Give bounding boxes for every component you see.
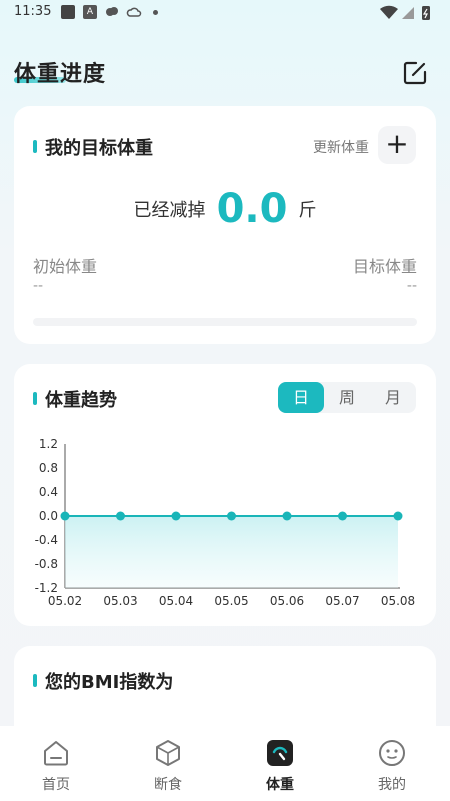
nav-label-mine: 我的 xyxy=(378,777,406,793)
y-tick-label: 0.4 xyxy=(39,485,58,499)
box-icon xyxy=(156,740,180,766)
x-tick-label: 05.03 xyxy=(103,594,137,608)
nav-label-weight: 体重 xyxy=(266,777,294,793)
edit-icon[interactable] xyxy=(401,59,429,87)
notification-app-icon xyxy=(61,5,75,19)
nav-item-mine[interactable]: 我的 xyxy=(336,726,448,801)
scale-icon xyxy=(267,740,293,766)
weight-lost-summary: 已经减掉 0.0 斤 xyxy=(14,186,436,232)
data-point xyxy=(282,511,292,521)
tab-month[interactable]: 月 xyxy=(370,382,416,413)
data-point xyxy=(171,511,181,521)
face-icon xyxy=(379,740,405,766)
weight-lost-value: 0.0 xyxy=(216,186,288,232)
weight-lost-prefix: 已经减掉 xyxy=(133,200,206,221)
goal-card-title: 我的目标体重 xyxy=(45,138,153,159)
y-tick-label: -1.2 xyxy=(35,581,58,595)
notification-dot-icon xyxy=(153,10,158,15)
weight-trend-chart: 1.2 0.8 0.4 0.0 -0.4 -0.8 -1.205.02 05.03 05.04 0… xyxy=(35,437,416,608)
tab-day[interactable]: 日 xyxy=(278,382,324,413)
nav-item-home[interactable]: 首页 xyxy=(0,726,112,801)
x-tick-label: 05.08 xyxy=(381,594,415,608)
x-tick-label: 05.06 xyxy=(270,594,304,608)
system-indicators-icon xyxy=(380,5,430,20)
y-tick-label: 1.2 xyxy=(39,437,58,451)
bottom-navigation: 首页 断食 体重 我的 xyxy=(0,726,450,801)
data-point xyxy=(227,511,236,521)
weight-lost-unit: 斤 xyxy=(298,200,317,221)
bmi-card-title: 您的BMI指数为 xyxy=(45,672,174,693)
weather-icon xyxy=(106,7,118,16)
trend-card-title: 体重趋势 xyxy=(45,390,117,411)
update-weight-label[interactable]: 更新体重 xyxy=(313,137,369,157)
period-segmented-control: 日 周 月 xyxy=(278,382,416,413)
y-tick-label: -0.8 xyxy=(35,557,58,571)
target-weight-value: -- xyxy=(406,278,417,294)
nav-item-weight[interactable]: 体重 xyxy=(224,726,336,801)
data-point xyxy=(393,511,403,521)
y-tick-label: -0.4 xyxy=(35,533,58,547)
weight-progress-bar xyxy=(33,318,417,326)
x-tick-label: 05.05 xyxy=(214,594,248,608)
home-icon xyxy=(44,741,68,766)
initial-weight-value: -- xyxy=(33,278,44,294)
card-title-marker xyxy=(33,140,37,153)
tab-week[interactable]: 周 xyxy=(324,382,370,413)
x-tick-label: 05.04 xyxy=(159,594,193,608)
nav-label-fasting: 断食 xyxy=(154,777,182,793)
nav-item-fasting[interactable]: 断食 xyxy=(112,726,224,801)
y-tick-label: 0.0 xyxy=(39,509,58,523)
series-area xyxy=(65,516,398,588)
cloud-icon xyxy=(126,7,142,17)
data-point xyxy=(116,511,125,521)
data-point xyxy=(60,511,70,521)
card-title-marker xyxy=(33,674,37,687)
add-weight-button[interactable]: + xyxy=(378,126,416,164)
goal-weight-card: 我的目标体重 更新体重 + 已经减掉 0.0 斤 初始体重 -- 目标体重 -- xyxy=(14,106,436,344)
status-time: 11:35 xyxy=(14,4,52,19)
x-tick-label: 05.02 xyxy=(48,594,82,608)
card-title-marker xyxy=(33,392,37,405)
status-bar: 11:35 A xyxy=(0,0,450,26)
nav-label-home: 首页 xyxy=(42,777,70,793)
x-tick-label: 05.07 xyxy=(325,594,359,608)
weight-trend-card: 体重趋势 日 周 月 1.2 0.8 0.4 0.0 -0.4 -0.8 -1.2 05.02… xyxy=(14,364,436,626)
y-tick-label: 0.8 xyxy=(39,461,58,475)
notification-a-icon: A xyxy=(83,5,97,19)
data-point xyxy=(338,511,347,521)
initial-weight-label: 初始体重 xyxy=(33,257,98,276)
target-weight-label: 目标体重 xyxy=(352,257,417,276)
page-title: 体重进度 xyxy=(14,62,107,87)
